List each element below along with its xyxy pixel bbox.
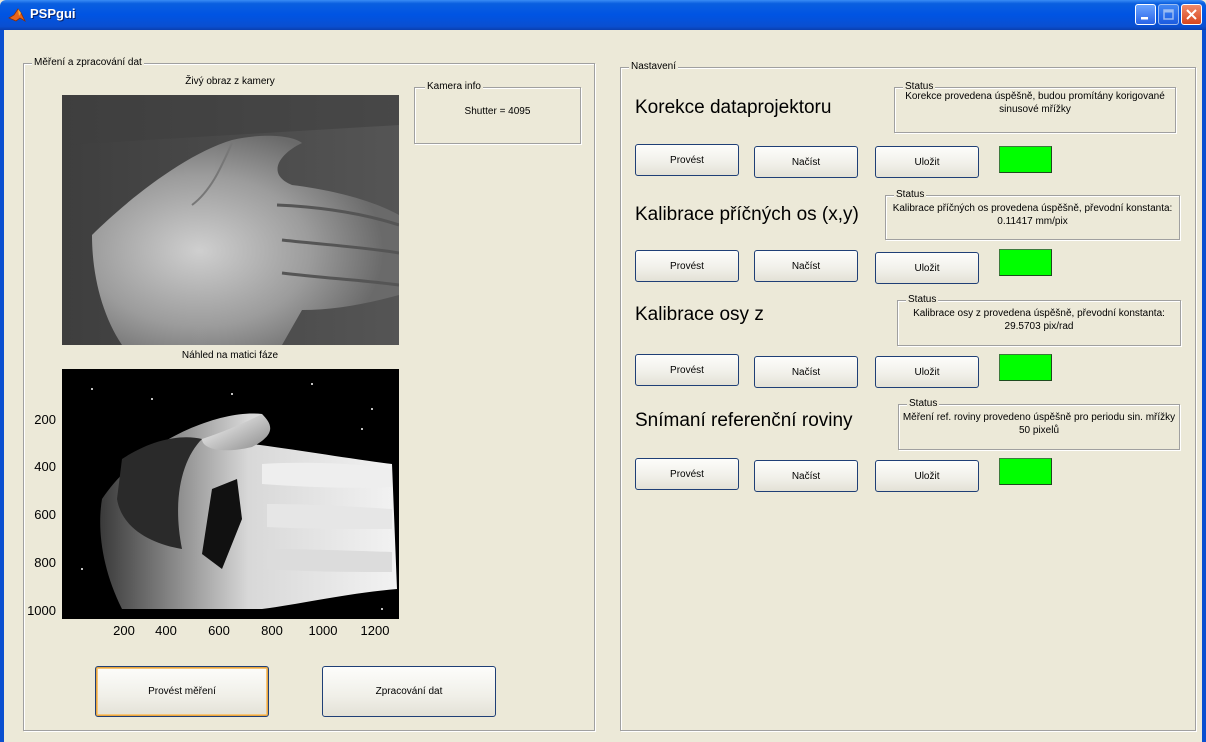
camera-info-title: Kamera info [425, 81, 483, 93]
x-tick: 600 [208, 623, 230, 638]
close-icon [1186, 9, 1197, 20]
status-panel-z: Status Kalibrace osy z provedena úspěšně… [897, 294, 1181, 346]
status-panel-projector: Status Korekce provedena úspěšně, budou … [894, 81, 1176, 133]
status-led-z [999, 354, 1052, 381]
status-panel-ref: Status Měření ref. roviny provedeno úspě… [898, 398, 1180, 450]
phase-label: Náhled na matici fáze [181, 350, 279, 361]
projector-save-button[interactable]: Uložit [875, 146, 979, 178]
status-text-ref: Měření ref. roviny provedeno úspěšně pro… [902, 412, 1176, 436]
status-led-ref [999, 458, 1052, 485]
x-tick: 1000 [308, 623, 338, 638]
settings-panel-title: Nastavení [629, 61, 679, 73]
window-title: PSPgui [30, 6, 76, 21]
window-frame-right [1202, 30, 1206, 742]
z-run-button[interactable]: Provést [635, 354, 739, 386]
projector-load-button[interactable]: Načíst [754, 146, 858, 178]
status-panel-xy: Status Kalibrace příčných os provedena ú… [885, 189, 1180, 240]
z-load-button[interactable]: Načíst [754, 356, 858, 388]
camera-live-image [62, 95, 399, 345]
x-tick: 200 [113, 623, 135, 638]
maximize-icon [1163, 9, 1174, 20]
section-title-xy: Kalibrace příčných os (x,y) [635, 204, 859, 225]
xy-load-button[interactable]: Načíst [754, 250, 858, 282]
y-tick: 600 [34, 507, 56, 522]
status-title: Status [907, 398, 940, 410]
status-title: Status [906, 294, 939, 306]
status-text-xy: Kalibrace příčných os provedena úspěšně,… [892, 203, 1173, 227]
measurement-panel-title: Měření a zpracování dat [32, 57, 144, 69]
y-tick: 800 [34, 555, 56, 570]
ref-run-button[interactable]: Provést [635, 458, 739, 490]
status-text-projector: Korekce provedena úspěšně, budou promítá… [905, 91, 1165, 115]
status-led-projector [999, 146, 1052, 173]
camera-label: Živý obraz z kamery [185, 76, 275, 87]
status-title: Status [894, 189, 927, 201]
z-save-button[interactable]: Uložit [875, 356, 979, 388]
window-frame-left [0, 30, 4, 742]
y-tick: 200 [34, 412, 56, 427]
shutter-value: Shutter = 4095 [464, 106, 531, 117]
phase-matrix-image [62, 369, 399, 619]
section-title-projector: Korekce dataprojektoru [635, 97, 832, 118]
ref-load-button[interactable]: Načíst [754, 460, 858, 492]
xy-save-button[interactable]: Uložit [875, 252, 979, 284]
x-tick: 1200 [360, 623, 390, 638]
x-tick: 400 [155, 623, 177, 638]
status-led-xy [999, 249, 1052, 276]
minimize-icon [1141, 17, 1148, 20]
xy-run-button[interactable]: Provést [635, 250, 739, 282]
status-text-z: Kalibrace osy z provedena úspěšně, převo… [913, 308, 1165, 332]
process-data-button[interactable]: Zpracování dat [322, 666, 496, 717]
section-title-z: Kalibrace osy z [635, 304, 764, 325]
run-measurement-button[interactable]: Provést měření [95, 666, 269, 717]
x-tick: 800 [261, 623, 283, 638]
camera-info-panel: Kamera info Shutter = 4095 [414, 81, 581, 144]
close-button[interactable] [1181, 4, 1202, 25]
matlab-icon [8, 8, 26, 23]
y-tick: 1000 [27, 603, 56, 618]
minimize-button[interactable] [1135, 4, 1156, 25]
title-bar[interactable]: PSPgui [0, 0, 1206, 30]
section-title-ref: Snímaní referenční roviny [635, 410, 853, 431]
ref-save-button[interactable]: Uložit [875, 460, 979, 492]
maximize-button[interactable] [1158, 4, 1179, 25]
projector-run-button[interactable]: Provést [635, 144, 739, 176]
y-tick: 400 [34, 459, 56, 474]
